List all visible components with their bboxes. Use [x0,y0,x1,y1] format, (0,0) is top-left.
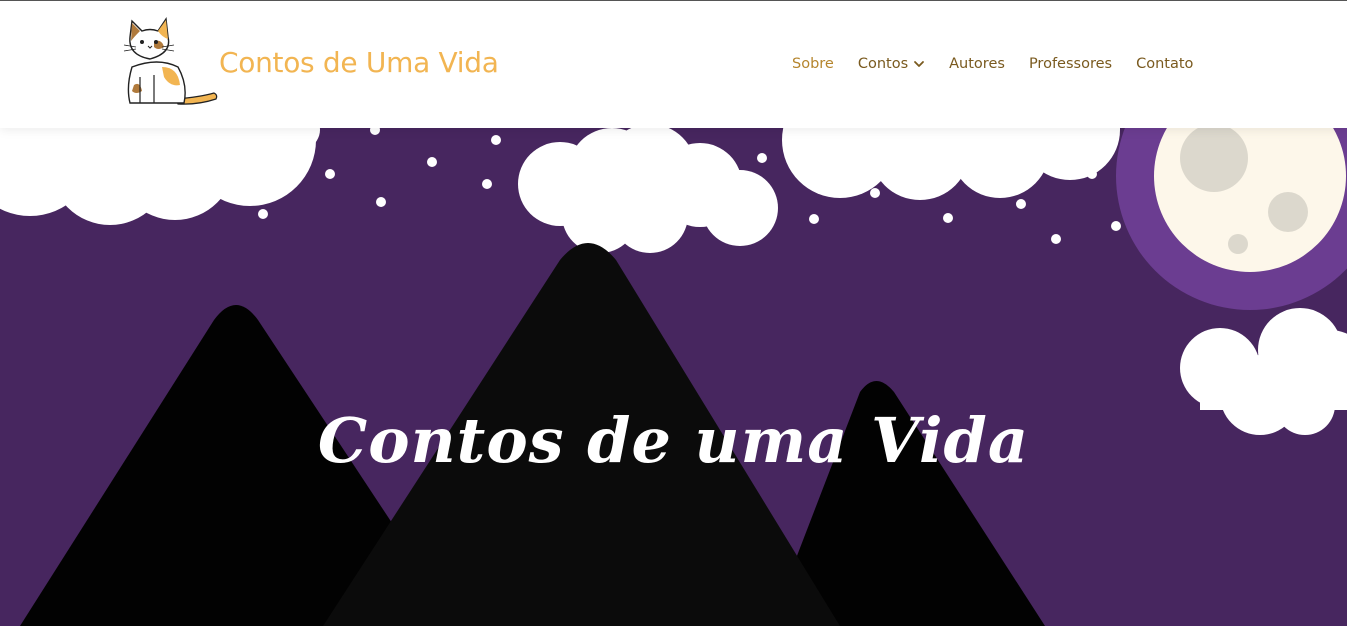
nav-item-contos[interactable]: Contos [858,56,925,72]
nav-item-label: Professores [1028,56,1113,72]
nav-item-contato[interactable]: Contato [1136,56,1193,72]
nav-item-professores[interactable]: Professores [1029,56,1112,72]
main-nav: Sobre Contos Autores Professores Contato [780,53,1205,75]
chevron-down-icon [914,61,925,67]
nav-item-sobre[interactable]: Sobre [792,56,834,72]
logo-link[interactable]: Contos de Uma Vida [118,15,508,107]
nav-item-label: Autores [949,56,1005,72]
nav-item-label: Contos [857,56,909,72]
site-title[interactable]: Contos de Uma Vida [219,46,499,79]
hero-title: Contos de uma Vida [0,404,1347,477]
nav-item-label: Contato [1136,56,1194,72]
nav-item-label: Sobre [792,56,834,72]
calico-cat-icon [123,17,218,105]
nav-item-autores[interactable]: Autores [949,56,1005,72]
site-header: Contos de Uma Vida Sobre Contos Autores … [0,0,1347,128]
hero-title-text: Contos de uma Vida [317,403,1030,477]
page: Contos de Uma Vida Sobre Contos Autores … [0,0,1347,626]
